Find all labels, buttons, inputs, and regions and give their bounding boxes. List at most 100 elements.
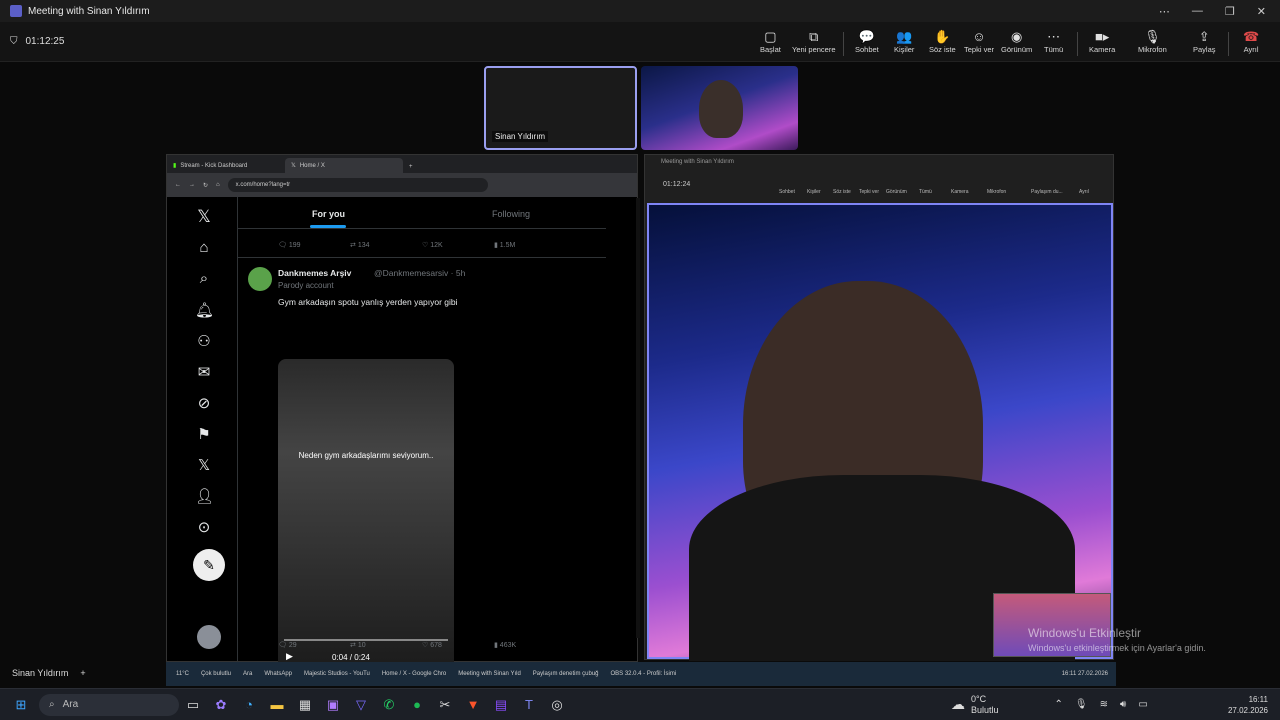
- close-icon[interactable]: ✕: [1257, 5, 1266, 18]
- post-video[interactable]: Neden gym arkadaşlarımı seviyorum.. ▶ 0:…: [278, 359, 454, 671]
- weather-icon: ☁: [951, 696, 965, 712]
- play-icon[interactable]: ▶: [286, 651, 293, 662]
- view-count[interactable]: ▮ 463K: [494, 641, 566, 649]
- reply-count[interactable]: 🗨 199: [278, 241, 350, 249]
- view-count[interactable]: ▮ 1.5M: [494, 241, 566, 249]
- tab-kick[interactable]: ▮ Stream - Kick Dashboard: [167, 158, 285, 173]
- obs-icon[interactable]: ◎: [546, 694, 568, 716]
- inner-task-share: Paylaşım denetim çubuğ: [532, 671, 599, 677]
- task-view-icon[interactable]: ▭: [182, 694, 204, 716]
- copilot-icon[interactable]: ✿: [210, 694, 232, 716]
- reply-count[interactable]: 🗨 29: [278, 641, 350, 649]
- reload-icon[interactable]: ↻: [203, 182, 208, 189]
- tab-x[interactable]: 𝕏 Home / X: [285, 158, 403, 173]
- battery-icon[interactable]: ▭: [1138, 699, 1147, 710]
- teams-icon[interactable]: T: [518, 694, 540, 716]
- more-button[interactable]: ⋯ Tümü: [1044, 28, 1063, 54]
- tray-chevron-icon[interactable]: ⌃: [1055, 699, 1063, 710]
- teams-logo-icon: [10, 5, 22, 17]
- author-name[interactable]: Dankmemes Arşiv: [278, 268, 351, 278]
- windows-taskbar: ⊞ ⌕ Ara ▭ ✿ ◔ ▬ ▦ ▣ ▽ ✆ ● ✂ ▼ ▤ T ◎ ☁ 0°…: [0, 688, 1280, 720]
- address-input[interactable]: x.com/home?lang=tr: [227, 178, 488, 192]
- start-button[interactable]: ▢ Başlat: [760, 28, 781, 54]
- grok-icon[interactable]: ⊘: [195, 394, 213, 412]
- photos-icon[interactable]: ▣: [322, 694, 344, 716]
- author-avatar[interactable]: [248, 267, 272, 291]
- windows-start-icon[interactable]: ⊞: [10, 694, 32, 716]
- premium-icon[interactable]: 𝕏: [195, 456, 213, 474]
- maximize-icon[interactable]: ❐: [1225, 5, 1235, 18]
- mini-share-button[interactable]: Paylaşım du...: [1031, 189, 1063, 195]
- mini-leave-button[interactable]: Ayrıl: [1079, 189, 1089, 195]
- share-button[interactable]: ⇪ Paylaş: [1193, 28, 1216, 54]
- title-bar: Meeting with Sinan Yıldırım ⋯ — ❐ ✕: [0, 0, 1280, 22]
- new-window-button[interactable]: ⧉ Yeni pencere: [792, 28, 836, 54]
- like-count[interactable]: ♡ 12K: [422, 241, 494, 249]
- messages-icon[interactable]: ✉: [195, 363, 213, 381]
- edge-icon[interactable]: ◔: [238, 694, 260, 716]
- camera-button[interactable]: ■▸ Kamera: [1089, 28, 1115, 54]
- mic-tray-icon[interactable]: 🎙︎: [1075, 699, 1088, 710]
- search-icon[interactable]: ⌕: [195, 270, 213, 287]
- more-icon[interactable]: ⊙: [195, 518, 213, 536]
- inner-task-youtube: Majestic Studios - YouTu: [304, 671, 370, 677]
- compose-button[interactable]: ✎: [193, 549, 225, 581]
- mini-chat-button[interactable]: Sohbet: [779, 189, 795, 195]
- repost-count[interactable]: ⇄ 134: [350, 241, 422, 249]
- meeting-toolbar: ⛉ 01:12:25 ▢ Başlat ⧉ Yeni pencere 💬 Sohbet…: [0, 22, 1280, 62]
- capcut-icon[interactable]: ✂: [434, 694, 456, 716]
- inner-task-chrome: Home / X - Google Chro: [381, 671, 447, 677]
- raise-hand-button[interactable]: ✋ Söz iste: [929, 28, 956, 54]
- volume-icon[interactable]: 🔊︎: [1120, 699, 1126, 710]
- view-button[interactable]: ◉ Görünüm: [1001, 28, 1032, 54]
- mini-timer: 01:12:24: [663, 181, 691, 188]
- more-icon[interactable]: ⋯: [1159, 5, 1170, 18]
- self-video-tile[interactable]: [641, 66, 798, 150]
- mini-view-button[interactable]: Görünüm: [886, 189, 907, 195]
- brave-icon[interactable]: ▼: [462, 694, 484, 716]
- mini-more-button[interactable]: Tümü: [919, 189, 932, 195]
- taskbar-search[interactable]: ⌕ Ara: [39, 693, 179, 716]
- clock[interactable]: 16:11 27.02.2026: [1228, 694, 1280, 716]
- minimize-icon[interactable]: —: [1192, 5, 1203, 18]
- chat-button[interactable]: 💬 Sohbet: [855, 28, 879, 54]
- react-button[interactable]: ☺ Tepki ver: [964, 28, 994, 54]
- leave-button[interactable]: ☎ Ayrıl: [1243, 28, 1259, 54]
- participant-tile[interactable]: Sinan Yıldırım: [484, 66, 637, 150]
- compose-icon: ✎: [203, 556, 215, 573]
- profile-icon[interactable]: 👤︎: [195, 487, 214, 505]
- repost-count[interactable]: ⇄ 10: [350, 641, 422, 649]
- mini-hand-button[interactable]: Söz iste: [833, 189, 851, 195]
- mini-mic-button[interactable]: Mikrofon: [987, 189, 1006, 195]
- mini-react-button[interactable]: Tepki ver: [859, 189, 879, 195]
- mic-button[interactable]: 🎙 Mikrofon: [1138, 28, 1167, 54]
- proton-icon[interactable]: ▽: [350, 694, 372, 716]
- wifi-icon[interactable]: ≋: [1100, 699, 1108, 710]
- new-tab-icon[interactable]: +: [403, 164, 419, 173]
- like-count[interactable]: ♡ 678: [422, 641, 494, 649]
- whatsapp-icon[interactable]: ✆: [378, 694, 400, 716]
- home-icon[interactable]: ⌂: [216, 182, 220, 188]
- notifications-icon[interactable]: 🔔︎: [195, 301, 214, 319]
- add-icon[interactable]: +: [80, 668, 85, 678]
- x-home-logo-icon[interactable]: 𝕏: [195, 207, 213, 227]
- mini-people-button[interactable]: Kişiler: [807, 189, 821, 195]
- tab-strip: ▮ Stream - Kick Dashboard 𝕏 Home / X +: [167, 155, 637, 173]
- avatar[interactable]: [197, 625, 221, 649]
- scrollbar[interactable]: [636, 198, 640, 638]
- follow-icon[interactable]: ⚇: [195, 332, 213, 350]
- forward-icon[interactable]: →: [189, 182, 195, 188]
- people-button[interactable]: 👥 Kişiler: [894, 28, 914, 54]
- tab-following[interactable]: Following: [492, 209, 530, 219]
- weather-widget[interactable]: 0°C Bulutlu: [971, 694, 999, 716]
- mini-camera-button[interactable]: Kamera: [951, 189, 969, 195]
- x-sidebar: 𝕏 ⌂ ⌕ 🔔︎ ⚇ ✉ ⊘ ⚑ 𝕏 👤︎ ⊙ ✎: [167, 197, 237, 661]
- home-icon[interactable]: ⌂: [195, 239, 213, 256]
- file-explorer-icon[interactable]: ▬: [266, 694, 288, 716]
- clipchamp-icon[interactable]: ▤: [490, 694, 512, 716]
- bookmarks-icon[interactable]: ⚑: [195, 425, 213, 443]
- spotify-icon[interactable]: ●: [406, 694, 428, 716]
- store-icon[interactable]: ▦: [294, 694, 316, 716]
- back-icon[interactable]: ←: [175, 182, 181, 188]
- tab-for-you[interactable]: For you: [312, 209, 345, 219]
